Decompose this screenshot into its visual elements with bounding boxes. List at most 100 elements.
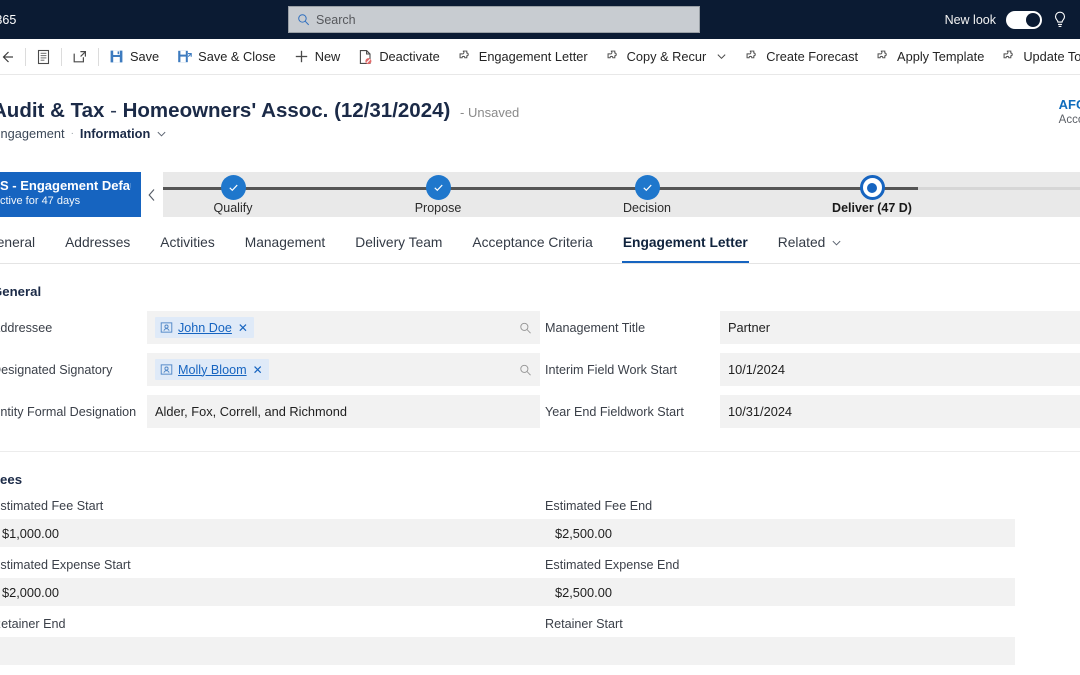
form-selector-button[interactable]	[27, 42, 60, 72]
section-title-fees: Fees	[0, 472, 23, 487]
engagement-letter-label: Engagement Letter	[478, 49, 588, 64]
global-search-box[interactable]: Search	[288, 6, 700, 33]
interim-field-work-start-input[interactable]: 10/1/2024	[720, 353, 1080, 386]
owner-account-link[interactable]: AFC Ri	[1059, 97, 1080, 112]
tab-label: Engagement Letter	[622, 235, 748, 250]
apply-template-label: Apply Template	[897, 49, 985, 64]
lookup-search-icon[interactable]	[519, 321, 532, 334]
bpf-stage-propose[interactable]: Propose	[363, 172, 513, 215]
lookup-value[interactable]: Molly Bloom	[178, 363, 247, 377]
tab-acceptance-criteria[interactable]: Acceptance Criteria	[457, 222, 607, 263]
toggle-knob	[1026, 12, 1040, 27]
breadcrumb: Engagement · Information	[0, 126, 167, 141]
fees-right-column: Estimated Fee End $2,500.00 Estimated Ex…	[540, 499, 1080, 675]
estimated-fee-end-input[interactable]: $2,500.00	[545, 519, 1015, 547]
general-right-column: Management Title Partner Interim Field W…	[540, 311, 1080, 437]
breadcrumb-entity[interactable]: Engagement	[0, 126, 65, 141]
tab-label: Management	[244, 235, 326, 250]
designated-signatory-lookup-input[interactable]: Molly Bloom ✕	[147, 353, 540, 386]
check-icon	[642, 184, 652, 192]
field-label: Estimated Fee End	[545, 499, 653, 513]
save-button[interactable]: Save	[100, 42, 168, 72]
lookup-chip[interactable]: Molly Bloom ✕	[155, 359, 269, 380]
business-process-flow: S - Engagement Defaul... ctive for 47 da…	[0, 172, 1080, 217]
remove-lookup-icon[interactable]: ✕	[252, 363, 264, 377]
tab-label: Related	[777, 235, 826, 250]
contact-card-icon	[160, 364, 173, 375]
field-label: Year End Fieldwork Start	[545, 404, 684, 419]
field-label: Estimated Fee Start	[0, 499, 104, 513]
flow-icon	[746, 50, 756, 59]
year-end-fieldwork-start-input[interactable]: 10/31/2024	[720, 395, 1080, 428]
flow-icon	[607, 50, 617, 59]
estimated-expense-end-input[interactable]: $2,500.00	[545, 578, 1015, 606]
field-label: Addressee	[0, 320, 53, 335]
command-separator	[61, 47, 62, 66]
back-button[interactable]	[0, 42, 24, 72]
management-title-input[interactable]: Partner	[720, 311, 1080, 344]
addressee-lookup-input[interactable]: John Doe ✕	[147, 311, 540, 344]
tab-label: Addresses	[65, 235, 131, 250]
new-look-toggle[interactable]	[1006, 10, 1042, 29]
lookup-value[interactable]: John Doe	[178, 321, 232, 335]
entity-formal-designation-input[interactable]: Alder, Fox, Correll, and Richmond	[147, 395, 540, 428]
section-title-general: General	[0, 284, 42, 299]
new-look-label: New look	[944, 12, 996, 27]
contact-card-icon	[160, 322, 173, 333]
bpf-stage-decision[interactable]: Decision	[572, 172, 722, 215]
tab-addresses[interactable]: Addresses	[50, 222, 145, 263]
bpf-active-dot-icon	[867, 182, 877, 193]
tab-activities[interactable]: Activities	[145, 222, 229, 263]
remove-lookup-icon[interactable]: ✕	[237, 321, 249, 335]
update-totals-button[interactable]: Update Totals	[993, 42, 1080, 72]
save-label: Save	[130, 49, 160, 64]
tab-management[interactable]: Management	[230, 222, 341, 263]
bpf-stage-deliver[interactable]: Deliver (47 D)	[797, 172, 947, 215]
lightbulb-icon[interactable]	[1052, 11, 1068, 29]
tab-general[interactable]: General	[0, 222, 50, 263]
new-button[interactable]: New	[285, 42, 350, 72]
tab-related[interactable]: Related	[763, 222, 858, 263]
retainer-start-input[interactable]	[545, 637, 1015, 665]
estimated-fee-start-input[interactable]: $1,000.00	[0, 519, 607, 547]
bpf-stage-track: Qualify Propose Decision Deliver (47 D)	[163, 172, 1080, 217]
bpf-stage-qualify[interactable]: Qualify	[158, 172, 308, 215]
field-addressee: Addressee John Doe ✕	[0, 311, 540, 344]
search-input[interactable]: Search	[316, 13, 356, 27]
chevron-down-icon[interactable]	[831, 237, 842, 248]
field-label: Management Title	[545, 320, 646, 335]
bpf-stage-label: Propose	[414, 201, 462, 215]
lookup-chip[interactable]: John Doe ✕	[155, 317, 254, 338]
update-totals-label: Update Totals	[1023, 49, 1080, 64]
deactivate-icon	[360, 49, 372, 64]
create-forecast-label: Create Forecast	[766, 49, 859, 64]
app-brand[interactable]: Pro 365	[0, 13, 16, 27]
check-icon	[228, 184, 238, 192]
breadcrumb-form-name[interactable]: Information	[80, 126, 150, 141]
chevron-down-icon[interactable]	[156, 128, 167, 139]
tab-engagement-letter[interactable]: Engagement Letter	[608, 222, 763, 263]
record-header: Audit & Tax - Homeowners' Assoc. (12/31/…	[0, 75, 1080, 168]
tab-delivery-team[interactable]: Delivery Team	[340, 222, 457, 263]
save-disk-icon	[110, 50, 123, 63]
chevron-down-icon[interactable]	[716, 51, 727, 62]
bpf-stage-circle-complete	[220, 175, 246, 200]
bpf-process-tab[interactable]: S - Engagement Defaul... ctive for 47 da…	[0, 172, 141, 217]
popout-icon	[73, 50, 86, 62]
section-fees-columns: Estimated Fee Start $1,000.00 Estimated …	[0, 499, 1080, 675]
engagement-letter-button[interactable]: Engagement Letter	[449, 42, 597, 72]
lookup-search-icon[interactable]	[519, 363, 532, 376]
form-tab-strip: General Addresses Activities Management …	[0, 222, 1080, 264]
save-and-close-button[interactable]: Save & Close	[168, 42, 285, 72]
deactivate-button[interactable]: Deactivate	[349, 42, 448, 72]
popout-button[interactable]	[63, 42, 97, 72]
estimated-expense-start-input[interactable]: $2,000.00	[0, 578, 607, 606]
deactivate-label: Deactivate	[379, 49, 440, 64]
apply-template-button[interactable]: Apply Template	[867, 42, 993, 72]
copy-and-recur-button[interactable]: Copy & Recur	[597, 42, 737, 72]
new-label: New	[314, 49, 341, 64]
retainer-end-input[interactable]	[0, 637, 607, 665]
create-forecast-button[interactable]: Create Forecast	[736, 42, 867, 72]
field-retainer-start: Retainer Start	[545, 617, 1080, 665]
field-label: Retainer End	[0, 617, 66, 631]
